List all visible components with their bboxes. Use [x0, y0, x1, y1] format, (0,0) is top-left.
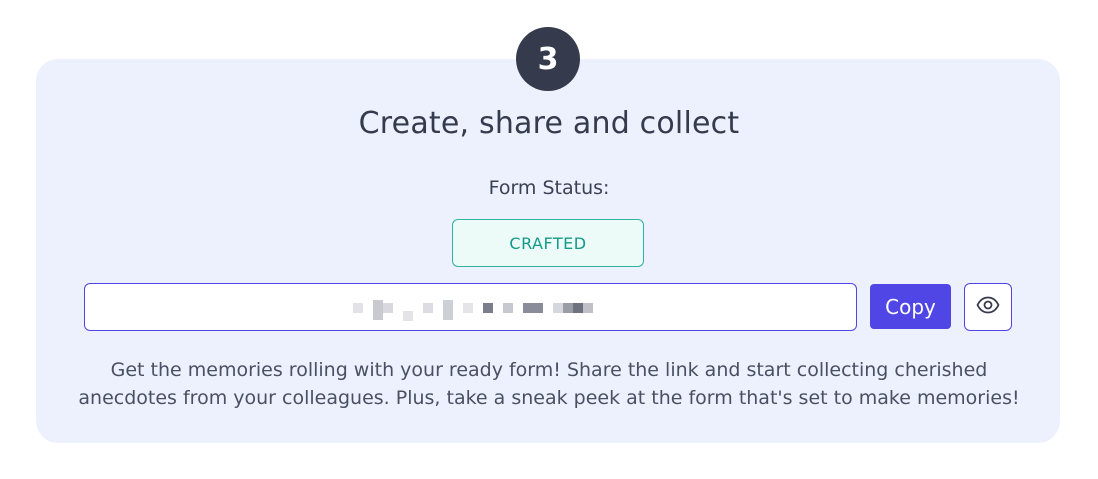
obscured-pixel [423, 303, 433, 313]
description-line: anecdotes from your colleagues. Plus, ta… [78, 387, 1020, 409]
description-line: Get the memories rolling with your ready… [110, 359, 988, 381]
obscured-pixel [573, 303, 583, 313]
obscured-pixel [553, 303, 563, 313]
obscured-pixel [353, 303, 363, 313]
obscured-pixel [483, 303, 493, 313]
step-number-badge: 3 [516, 27, 580, 91]
share-link-field[interactable] [84, 283, 857, 331]
copy-link-button[interactable]: Copy [870, 284, 951, 329]
obscured-pixel [443, 300, 453, 320]
obscured-pixel [383, 303, 393, 313]
obscured-pixel [523, 303, 543, 313]
section-description: Get the memories rolling with your ready… [60, 356, 1038, 412]
form-status-badge: CRAFTED [452, 219, 644, 267]
obscured-pixel [463, 303, 473, 313]
obscured-pixel [563, 303, 573, 313]
obscured-pixel [403, 311, 413, 321]
obscured-pixel [503, 303, 513, 313]
obscured-pixel [583, 303, 593, 313]
form-status-label: Form Status: [488, 177, 610, 199]
obscured-pixel [373, 300, 383, 320]
section-title: Create, share and collect [358, 106, 740, 141]
preview-form-button[interactable] [964, 283, 1012, 331]
eye-icon [976, 293, 1000, 321]
page: 3 Create, share and collect Form Status:… [0, 0, 1098, 479]
